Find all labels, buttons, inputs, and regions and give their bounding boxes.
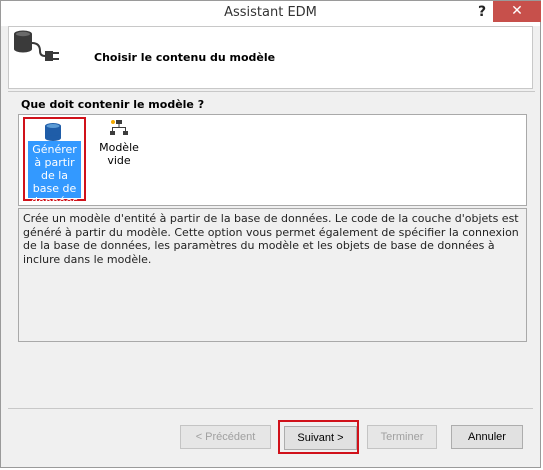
cancel-button[interactable]: Annuler <box>451 425 523 449</box>
previous-button[interactable]: < Précédent <box>180 425 271 449</box>
page-title: Choisir le contenu du modèle <box>94 51 276 64</box>
database-connection-icon <box>14 30 59 61</box>
option-label: Modèle vide <box>99 141 139 167</box>
footer-divider <box>8 408 533 409</box>
empty-model-icon <box>110 120 128 135</box>
close-button[interactable]: ✕ <box>493 1 541 22</box>
help-button[interactable]: ? <box>471 2 493 22</box>
option-label: Générer à partir de la base de données <box>31 143 78 208</box>
header-divider <box>8 91 535 92</box>
finish-button[interactable]: Terminer <box>367 425 437 449</box>
close-icon: ✕ <box>511 3 523 19</box>
title-bar: Assistant EDM ? ✕ <box>1 1 541 26</box>
option-generate-from-database[interactable]: Générer à partir de la base de données <box>23 117 86 208</box>
model-content-list[interactable]: Générer à partir de la base de données M… <box>18 114 527 208</box>
edm-wizard-window: Assistant EDM ? ✕ Choisir le contenu du … <box>0 0 541 468</box>
option-empty-model[interactable]: Modèle vide <box>96 119 142 169</box>
window-title: Assistant EDM <box>224 5 317 20</box>
option-description: Crée un modèle d'entité à partir de la b… <box>18 208 527 342</box>
database-icon <box>45 123 61 141</box>
next-button[interactable]: Suivant > <box>284 426 357 450</box>
wizard-header: Choisir le contenu du modèle <box>8 26 533 89</box>
content-question: Que doit contenir le modèle ? <box>21 98 205 111</box>
